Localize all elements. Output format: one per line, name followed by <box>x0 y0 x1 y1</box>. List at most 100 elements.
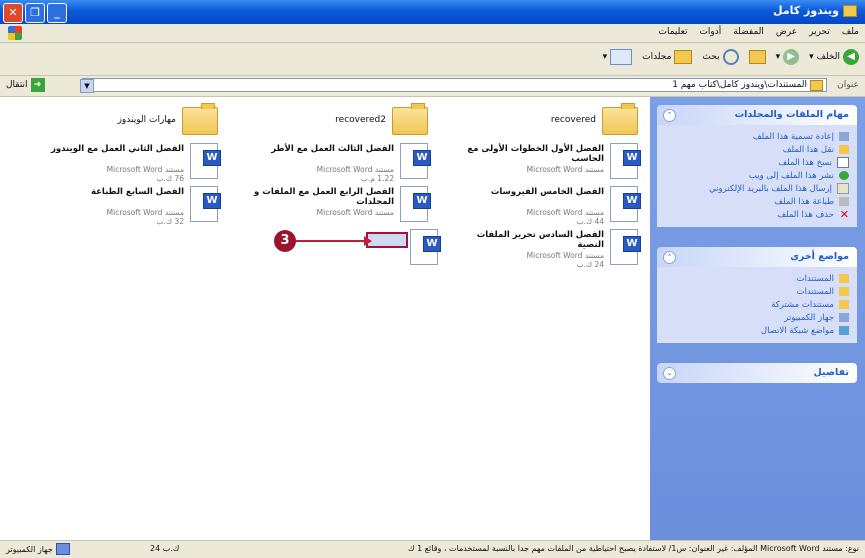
folders-button[interactable]: مجلدات <box>642 50 693 64</box>
chevron-down-icon[interactable]: ▾ <box>776 52 781 62</box>
collapse-icon[interactable]: ⌃ <box>663 109 676 122</box>
globe-icon <box>839 171 849 180</box>
forward-arrow-icon: ▶ <box>783 49 800 65</box>
file-name: الفصل الأول الخطوات الأولى مع الحاسب <box>467 144 604 164</box>
file-tasks-title: مهام الملفات والمجلدات <box>734 109 849 120</box>
task-print[interactable]: طباعة هذا الملف <box>661 195 849 208</box>
word-document-icon: W <box>400 186 431 222</box>
word-document-icon: W <box>410 229 441 265</box>
menu-tools[interactable]: أدوات <box>699 27 721 37</box>
file-item[interactable]: W الفصل الثاني العمل مع الويندوز Microso… <box>29 142 224 184</box>
details-title: تفاصيل <box>813 367 849 378</box>
title-bar: ويندوز كامل ✕ ❐ _ <box>0 0 865 24</box>
place-network[interactable]: مواضع شبكة الاتصال <box>661 324 849 337</box>
task-move[interactable]: نقل هذا الملف <box>661 143 849 156</box>
status-text: نوع: مستند Microsoft Word المؤلف: غير ال… <box>408 544 859 553</box>
file-item[interactable]: W الفصل السابع الطباعة Microsoft Word مس… <box>29 185 224 227</box>
folder-icon <box>810 79 823 91</box>
file-tasks-header[interactable]: مهام الملفات والمجلدات ⌃ <box>657 105 857 125</box>
place-shared-documents[interactable]: مستندات مشتركة <box>661 298 849 311</box>
file-type: Microsoft Word مستند <box>316 165 394 174</box>
folder-item[interactable]: مهارات الويندوز <box>29 103 224 139</box>
toolbar: ◀ الخلف ▾ ▶ ▾ بحث مجلدات ▾ <box>0 43 865 76</box>
status-size: 24 ك.ب <box>150 544 180 553</box>
move-icon <box>839 145 849 154</box>
menu-bar: ملف تحرير عرض المفضلة أدوات تعليمات <box>0 24 865 43</box>
menu-view[interactable]: عرض <box>776 27 797 37</box>
menu-favorites[interactable]: المفضلة <box>733 27 764 37</box>
details-header[interactable]: تفاصيل ⌄ <box>657 363 857 383</box>
folder-item[interactable]: recovered2 <box>239 103 434 139</box>
folder-item[interactable]: recovered <box>449 103 644 139</box>
collapse-icon[interactable]: ⌃ <box>663 251 676 264</box>
shared-folder-icon <box>839 300 849 309</box>
file-size: 76 ك.ب <box>156 174 184 183</box>
file-item[interactable]: W الفصل الثالث العمل مع الأطر Microsoft … <box>239 142 434 184</box>
window-title: ويندوز كامل <box>773 4 857 17</box>
other-places-title: مواضع أخرى <box>790 251 849 262</box>
file-type: Microsoft Word مستند <box>316 208 394 217</box>
file-item-renaming[interactable]: W <box>366 228 444 270</box>
expand-icon[interactable]: ⌄ <box>663 367 676 380</box>
task-pane: مهام الملفات والمجلدات ⌃ إعادة تسمية هذا… <box>650 97 865 540</box>
folder-icon <box>602 103 638 135</box>
task-publish[interactable]: نشر هذا الملف إلى ويب <box>661 169 849 182</box>
back-button[interactable]: ◀ الخلف ▾ <box>809 49 859 65</box>
task-rename[interactable]: إعادة تسمية هذا الملف <box>661 130 849 143</box>
address-input[interactable]: المستندات\ويندوز كامل\كتاب مهم 1 <box>82 78 827 92</box>
address-dropdown[interactable]: ▼ <box>80 79 94 93</box>
search-button[interactable]: بحث <box>702 49 739 65</box>
folders-icon <box>674 50 693 64</box>
task-copy[interactable]: نسخ هذا الملف <box>661 156 849 169</box>
computer-icon <box>55 543 70 555</box>
address-label: عنوان <box>837 80 859 90</box>
close-button[interactable]: ✕ <box>3 3 23 23</box>
task-delete[interactable]: ✕ حذف هذا الملف <box>661 208 849 221</box>
file-item[interactable]: W الفصل الخامس الفيروسات Microsoft Word … <box>449 185 644 227</box>
other-places-header[interactable]: مواضع أخرى ⌃ <box>657 247 857 267</box>
details-panel: تفاصيل ⌄ <box>657 363 857 383</box>
file-name: الفصل السابع الطباعة <box>90 187 184 197</box>
menu-help[interactable]: تعليمات <box>658 27 687 37</box>
file-list: recovered recovered2 مهارات الويندوز W ا… <box>6 97 644 540</box>
maximize-button[interactable]: ❐ <box>25 3 45 23</box>
word-document-icon: W <box>190 186 221 222</box>
file-size: 32 ك.ب <box>156 217 184 226</box>
callout-arrow <box>296 240 366 242</box>
minimize-button[interactable]: _ <box>47 3 67 23</box>
status-bar: نوع: مستند Microsoft Word المؤلف: غير ال… <box>0 540 865 558</box>
menu-file[interactable]: ملف <box>842 27 859 37</box>
back-arrow-icon: ◀ <box>843 49 859 65</box>
file-type: Microsoft Word مستند <box>106 165 184 174</box>
place-my-computer[interactable]: جهاز الكمبيوتر <box>661 311 849 324</box>
folder-icon <box>392 103 428 135</box>
place-my-documents[interactable]: المستندات <box>661 285 849 298</box>
file-item[interactable]: W الفصل الأول الخطوات الأولى مع الحاسب M… <box>449 142 644 184</box>
folder-name: recovered <box>550 115 596 125</box>
file-type: Microsoft Word مستند <box>526 251 604 260</box>
file-name: الفصل الثاني العمل مع الويندوز <box>50 144 184 154</box>
printer-icon <box>839 197 849 206</box>
address-bar: عنوان المستندات\ويندوز كامل\كتاب مهم 1 ▼… <box>0 76 865 97</box>
explorer-window: ويندوز كامل ✕ ❐ _ ملف تحرير عرض المفضلة … <box>0 0 865 558</box>
up-folder-button[interactable] <box>748 50 766 64</box>
chevron-down-icon[interactable]: ▾ <box>603 52 608 62</box>
copy-icon <box>837 157 849 168</box>
file-item-selected[interactable]: W الفصل السادس تحرير الملفات النصية Micr… <box>449 228 644 270</box>
go-button[interactable]: ➜ انتقال <box>6 78 45 92</box>
file-type: Microsoft Word مستند <box>526 208 604 217</box>
place-documents[interactable]: المستندات <box>661 272 849 285</box>
chevron-down-icon[interactable]: ▾ <box>809 52 814 62</box>
task-email[interactable]: إرسال هذا الملف بالبريد الإلكتروني <box>661 182 849 195</box>
file-item[interactable]: W الفصل الرابع العمل مع الملفات و المجلد… <box>239 185 434 227</box>
forward-button[interactable]: ▶ ▾ <box>776 49 800 65</box>
file-name: الفصل الرابع العمل مع الملفات و المجلدات <box>254 187 394 207</box>
menu-edit[interactable]: تحرير <box>809 27 830 37</box>
views-button[interactable]: ▾ <box>603 49 633 65</box>
rename-icon <box>839 132 849 141</box>
word-document-icon: W <box>610 143 641 179</box>
file-name: الفصل الثالث العمل مع الأطر <box>271 144 394 154</box>
windows-logo-icon <box>8 26 22 40</box>
folder-icon <box>182 103 218 135</box>
rename-input[interactable] <box>366 232 408 248</box>
